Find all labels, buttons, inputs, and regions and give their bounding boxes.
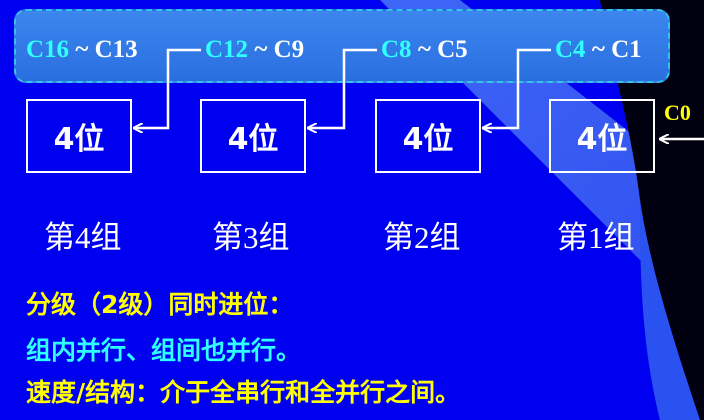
group-label-1: 第1组 <box>557 220 635 255</box>
slide: C16 ~ C13 C12 ~ C9 C8 ~ C5 C4 ~ C1 4位 4位… <box>0 0 704 420</box>
carry-arrow-c12 <box>134 48 201 128</box>
group-label-2: 第2组 <box>383 220 461 255</box>
carry-arrow-c8 <box>308 48 377 128</box>
carry-arrow-c4 <box>483 48 551 128</box>
note-line-3: 速度/结构：介于全串行和全并行之间。 <box>26 378 461 407</box>
note-line-1: 分级（2级）同时进位： <box>26 290 294 319</box>
group-label-3: 第3组 <box>212 220 290 255</box>
group-label-4: 第4组 <box>44 220 122 255</box>
note-line-2: 组内并行、组间也并行。 <box>26 336 302 365</box>
